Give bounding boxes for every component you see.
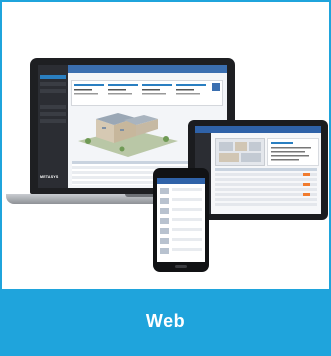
tablet-body xyxy=(188,120,328,220)
phone-body xyxy=(153,168,209,272)
tablet-device xyxy=(188,120,328,222)
web-product-card[interactable]: METASYS Web xyxy=(0,0,331,356)
sidebar-item xyxy=(40,82,66,86)
list-item-thumbnail xyxy=(160,238,169,244)
list-item xyxy=(172,228,202,231)
list-item-thumbnail xyxy=(160,198,169,204)
list-item xyxy=(172,188,202,191)
alarm-badge xyxy=(303,183,310,186)
list-item xyxy=(172,238,202,241)
table-row xyxy=(215,178,317,181)
building-3d-illustration xyxy=(78,113,178,157)
list-item-thumbnail xyxy=(160,248,169,254)
list-item xyxy=(172,208,202,211)
table-row xyxy=(215,198,317,201)
sidebar-item xyxy=(40,119,66,123)
list-item xyxy=(172,218,202,221)
device-showcase-image: METASYS xyxy=(2,2,329,289)
equipment-info-panel xyxy=(267,138,319,166)
table-row xyxy=(215,203,317,206)
table-header-row xyxy=(215,168,317,171)
sidebar-item xyxy=(40,75,66,79)
caption-bar[interactable]: Web xyxy=(2,289,329,354)
home-button xyxy=(175,265,187,268)
app-header-bar xyxy=(68,65,227,73)
floor-plan-map xyxy=(215,138,265,166)
list-item xyxy=(172,198,202,201)
list-item-thumbnail xyxy=(160,188,169,194)
summary-panel-graphic xyxy=(74,83,220,95)
table-row xyxy=(215,183,317,186)
summary-panel xyxy=(71,80,223,106)
list-item-thumbnail xyxy=(160,218,169,224)
alarm-badge xyxy=(303,173,310,176)
caption-label: Web xyxy=(145,311,186,331)
table-row xyxy=(215,193,317,196)
phone-app-header xyxy=(157,178,205,184)
table-row xyxy=(215,188,317,191)
list-item xyxy=(172,248,202,251)
alarm-badge xyxy=(303,193,310,196)
smartphone-device xyxy=(153,168,209,274)
equipment-info-graphic xyxy=(271,142,311,161)
list-item-thumbnail xyxy=(160,228,169,234)
floor-plan-graphic xyxy=(219,142,261,162)
metasys-logo: METASYS xyxy=(40,175,59,179)
phone-screen xyxy=(157,178,205,262)
sidebar-item xyxy=(40,89,66,93)
list-item-thumbnail xyxy=(160,208,169,214)
app-sidebar: METASYS xyxy=(38,65,68,188)
tablet-screen xyxy=(195,126,321,214)
sidebar-item xyxy=(40,112,66,116)
tablet-app-header xyxy=(195,126,321,133)
sidebar-item xyxy=(40,105,66,109)
table-row xyxy=(215,173,317,176)
